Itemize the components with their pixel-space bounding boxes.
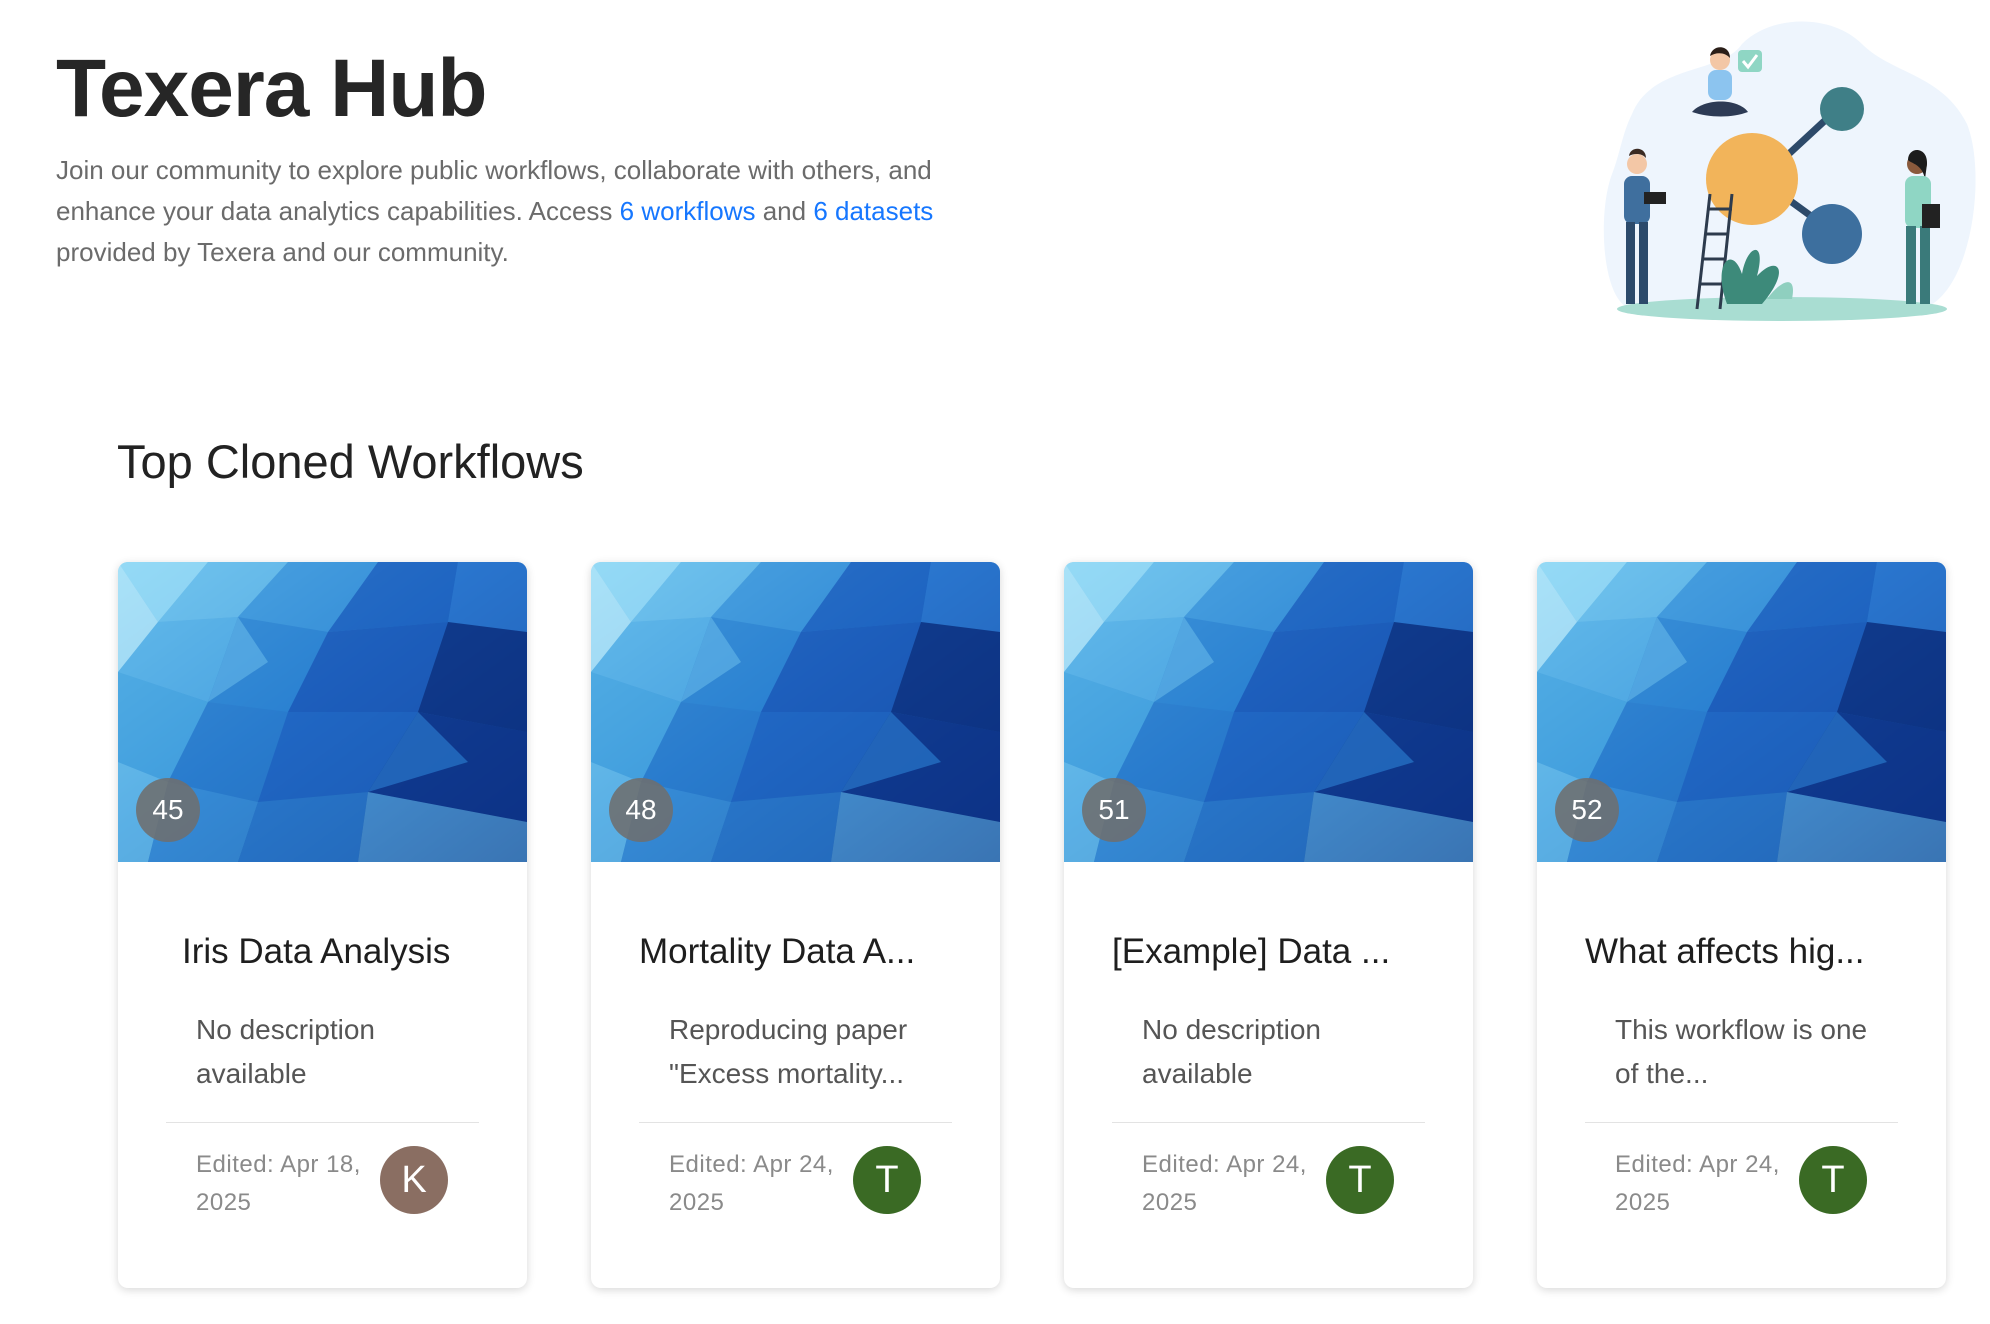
workflow-card[interactable]: 45 Iris Data Analysis No description ava… <box>118 562 527 1288</box>
workflow-title[interactable]: Mortality Data A... <box>639 932 915 972</box>
workflow-description: Reproducing paper "Excess mortality... <box>669 1014 908 1089</box>
edited-date: Edited: Apr 24, 2025 <box>1142 1151 1307 1216</box>
hub-intro-text: Join our community to explore public wor… <box>56 150 1016 273</box>
owner-avatar[interactable]: T <box>1799 1146 1867 1214</box>
workflow-card[interactable]: 48 Mortality Data A... Reproducing paper… <box>591 562 1000 1288</box>
datasets-count-link[interactable]: 6 datasets <box>813 196 933 226</box>
workflow-title[interactable]: [Example] Data ... <box>1112 932 1390 972</box>
workflow-cover-image: 45 <box>118 562 527 862</box>
clone-count-badge: 52 <box>1555 778 1619 842</box>
intro-text-middle: and <box>755 196 814 226</box>
clone-count-badge: 45 <box>136 778 200 842</box>
card-divider <box>166 1122 479 1123</box>
edited-date: Edited: Apr 24, 2025 <box>669 1151 834 1216</box>
workflows-count-link[interactable]: 6 workflows <box>620 196 756 226</box>
owner-avatar[interactable]: T <box>853 1146 921 1214</box>
edited-date: Edited: Apr 24, 2025 <box>1615 1151 1780 1216</box>
workflow-title[interactable]: Iris Data Analysis <box>182 932 450 972</box>
workflow-description: No description available <box>196 1014 375 1089</box>
hub-page: Texera Hub Join our community to explore… <box>0 0 1990 1324</box>
team-collaboration-illustration <box>1592 14 1978 324</box>
workflow-cover-image: 52 <box>1537 562 1946 862</box>
intro-text-end: provided by Texera and our community. <box>56 237 509 267</box>
workflow-description: No description available <box>1142 1014 1321 1089</box>
workflow-title[interactable]: What affects hig... <box>1585 932 1865 972</box>
workflow-cover-image: 51 <box>1064 562 1473 862</box>
card-divider <box>1112 1122 1425 1123</box>
owner-avatar[interactable]: K <box>380 1146 448 1214</box>
section-title: Top Cloned Workflows <box>117 435 584 488</box>
clone-count-badge: 51 <box>1082 778 1146 842</box>
workflow-cover-image: 48 <box>591 562 1000 862</box>
page-title: Texera Hub <box>56 43 488 134</box>
workflow-card[interactable]: 52 What affects hig... This workflow is … <box>1537 562 1946 1288</box>
workflow-description: This workflow is one of the... <box>1615 1014 1868 1089</box>
card-divider <box>1585 1122 1898 1123</box>
owner-avatar[interactable]: T <box>1326 1146 1394 1214</box>
card-divider <box>639 1122 952 1123</box>
workflow-card[interactable]: 51 [Example] Data ... No description ava… <box>1064 562 1473 1288</box>
clone-count-badge: 48 <box>609 778 673 842</box>
edited-date: Edited: Apr 18, 2025 <box>196 1151 361 1216</box>
